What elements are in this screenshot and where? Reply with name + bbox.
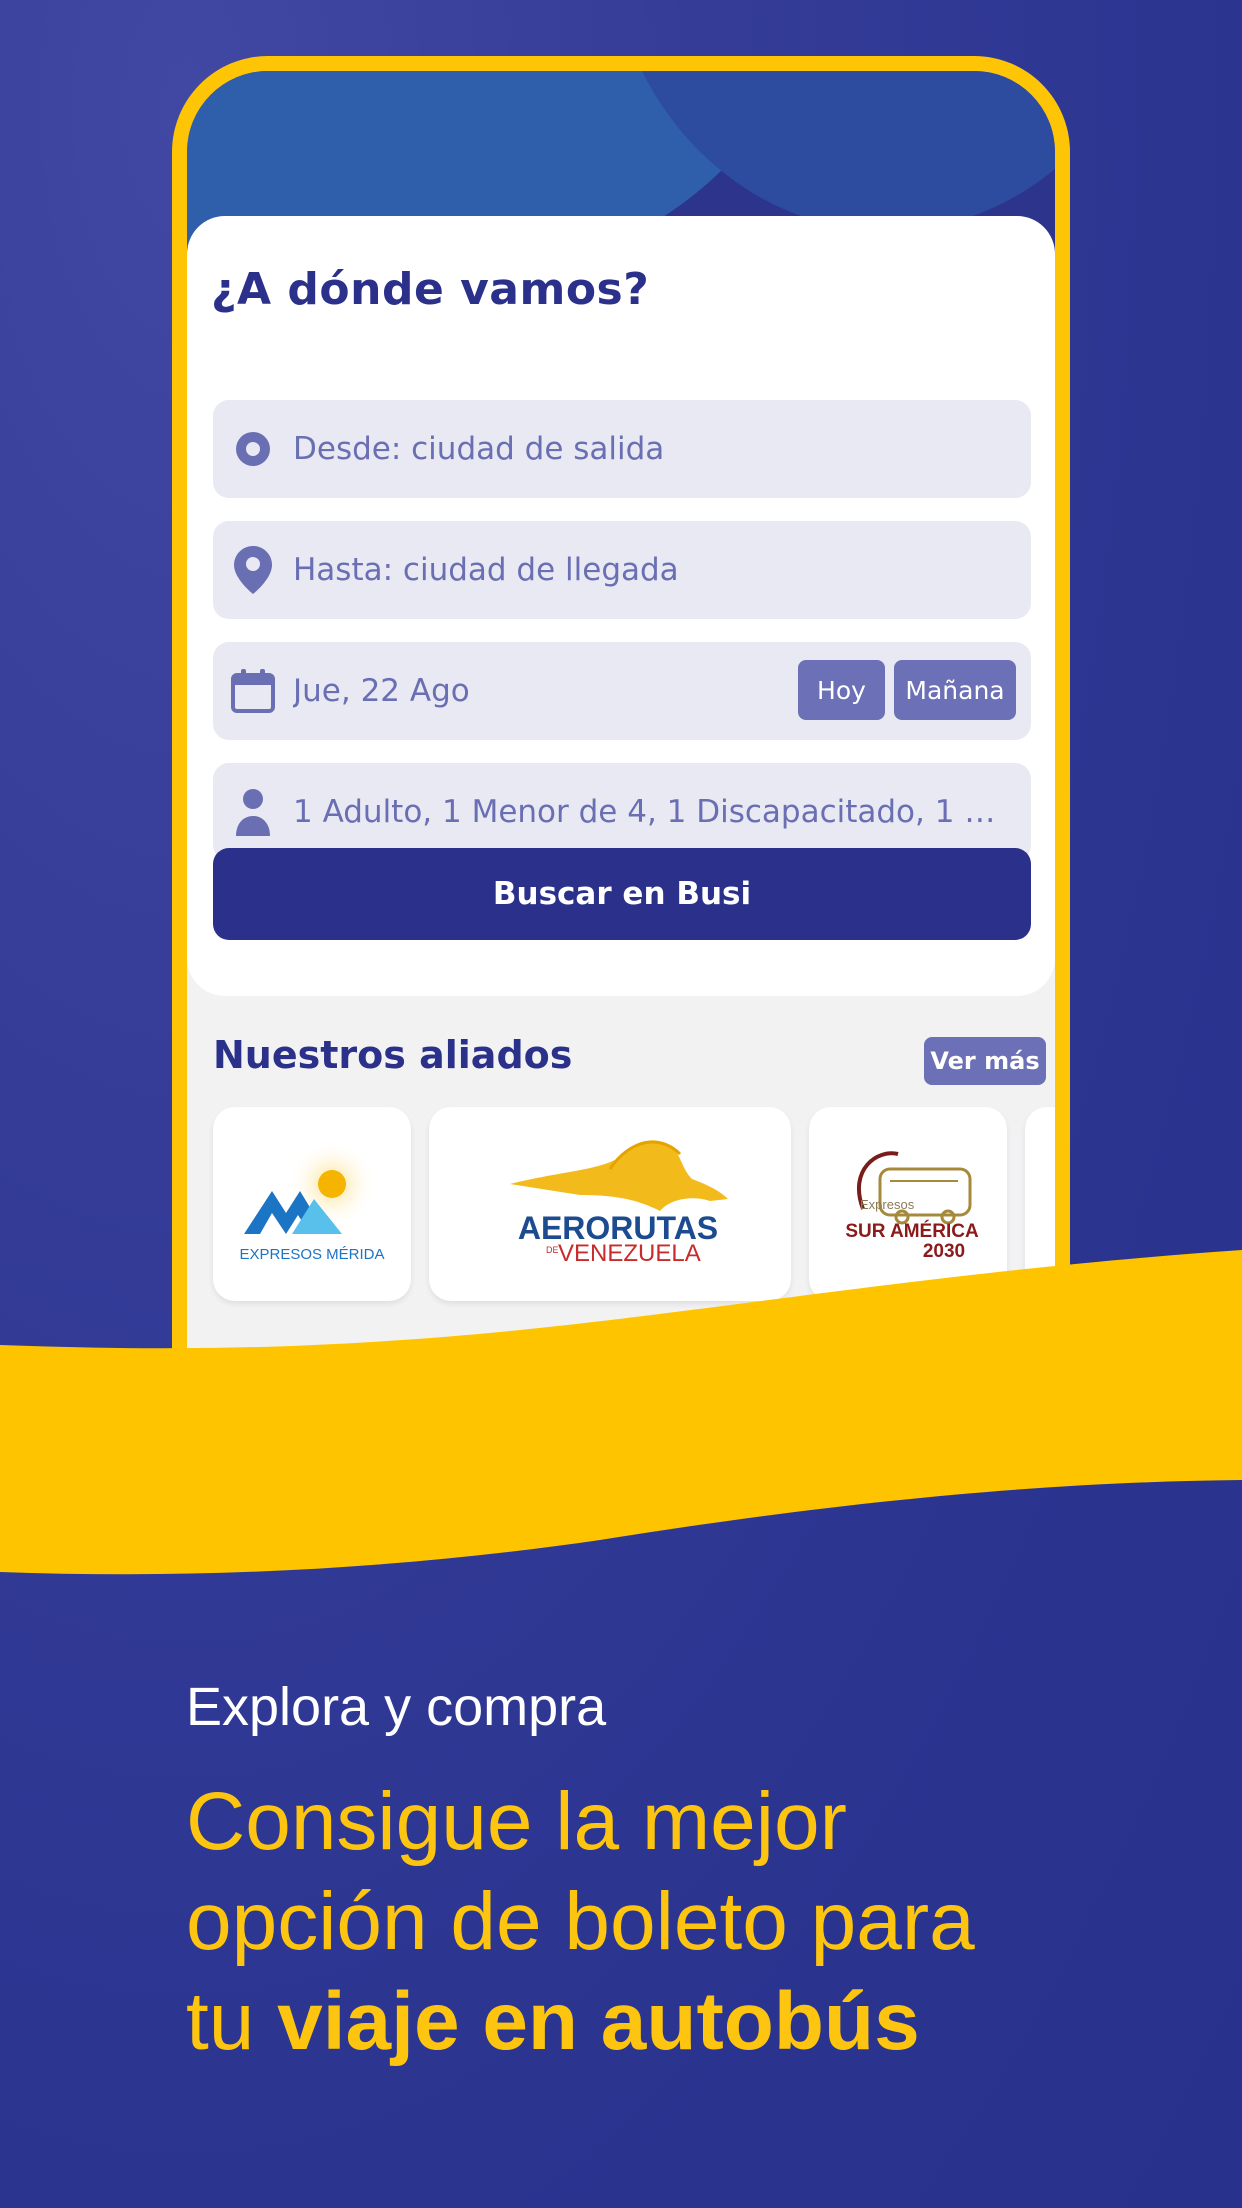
sur-america-expresos-text: Expresos [860,1197,915,1212]
footer-subtitle: Explora y compra [186,1677,607,1737]
passengers-value: 1 Adulto, 1 Menor de 4, 1 Discapacitado,… [293,794,1003,830]
see-more-button[interactable]: Ver más [924,1037,1046,1085]
allies-title: Nuestros aliados [213,1033,573,1077]
location-pin-icon [213,546,293,594]
search-button[interactable]: Buscar en Busi [213,848,1031,940]
passengers-field[interactable]: 1 Adulto, 1 Menor de 4, 1 Discapacitado,… [213,763,1031,861]
origin-placeholder: Desde: ciudad de salida [293,431,665,467]
destination-field[interactable]: Hasta: ciudad de llegada [213,521,1031,619]
search-title: ¿A dónde vamos? [211,264,650,315]
date-field[interactable]: Jue, 22 Ago Hoy Mañana [213,642,1031,740]
search-card: ¿A dónde vamos? Desde: ciudad de salida … [187,216,1055,996]
origin-field[interactable]: Desde: ciudad de salida [213,400,1031,498]
date-value: Jue, 22 Ago [293,673,470,709]
origin-circle-icon [213,431,293,467]
headline-line-1: Consigue la mejor [186,1776,847,1867]
decorative-wave [0,1250,1242,1575]
headline-line-3: tu viaje en autobús [186,1972,1186,2072]
headline-emphasis: viaje en autobús [277,1976,920,2067]
person-icon [213,788,293,836]
footer-headline: Consigue la mejor opción de boleto para … [186,1772,1186,2072]
headline-prefix: tu [186,1976,278,2067]
calendar-icon [213,668,293,714]
sur-america-text: SUR AMÉRICA [845,1220,979,1242]
today-chip[interactable]: Hoy [798,660,885,720]
headline-line-2: opción de boleto para [186,1876,975,1967]
destination-placeholder: Hasta: ciudad de llegada [293,552,679,588]
tomorrow-chip[interactable]: Mañana [894,660,1016,720]
